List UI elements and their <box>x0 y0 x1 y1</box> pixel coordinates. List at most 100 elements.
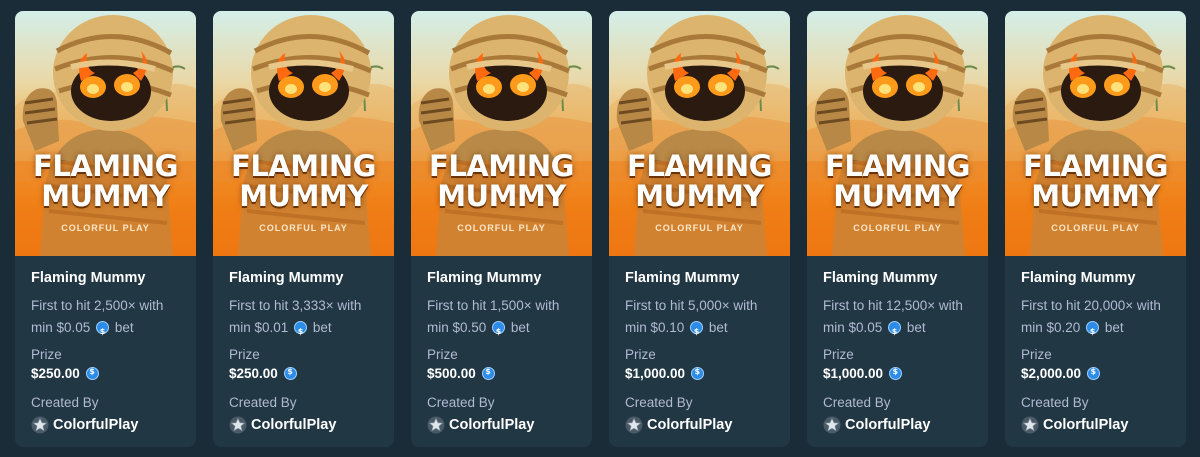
usd-coin-icon <box>1086 321 1100 343</box>
challenge-target: First to hit 12,500× with <box>823 298 963 313</box>
thumbnail-title: FLAMING MUMMY <box>609 151 790 211</box>
star-badge-icon <box>823 416 841 434</box>
challenge-min-bet: min $0.05 bet <box>31 317 180 343</box>
prize-amount-row: $2,000.00 <box>1021 366 1170 384</box>
game-thumbnail[interactable]: FLAMING MUMMY COLORFUL PLAY <box>1005 11 1186 256</box>
card-info: Flaming Mummy First to hit 12,500× with … <box>807 256 988 447</box>
challenge-description: First to hit 1,500× with min $0.50 bet <box>427 295 576 343</box>
creator-name[interactable]: ColorfulPlay <box>845 417 930 433</box>
prize-label: Prize <box>1021 347 1052 362</box>
card-info: Flaming Mummy First to hit 20,000× with … <box>1005 256 1186 447</box>
prize-amount-row: $1,000.00 <box>823 366 972 384</box>
challenge-card[interactable]: FLAMING MUMMY COLORFUL PLAY Flaming Mumm… <box>1005 11 1186 447</box>
usd-coin-icon <box>1086 367 1100 380</box>
game-title[interactable]: Flaming Mummy <box>427 270 576 290</box>
mummy-artwork <box>1005 15 1186 256</box>
thumbnail-title-line2: MUMMY <box>833 179 962 213</box>
challenge-min-bet: min $0.01 bet <box>229 317 378 343</box>
star-badge-icon <box>625 416 643 434</box>
mummy-artwork <box>411 15 592 256</box>
min-bet-value: min $0.01 <box>229 320 289 335</box>
challenge-card[interactable]: FLAMING MUMMY COLORFUL PLAY Flaming Mumm… <box>15 11 196 447</box>
challenge-target: First to hit 20,000× with <box>1021 298 1161 313</box>
prize-amount: $1,000.00 <box>823 366 884 381</box>
usd-coin-icon <box>283 367 297 380</box>
challenge-card[interactable]: FLAMING MUMMY COLORFUL PLAY Flaming Mumm… <box>807 11 988 447</box>
thumbnail-title: FLAMING MUMMY <box>1005 151 1186 211</box>
card-info: Flaming Mummy First to hit 3,333× with m… <box>213 256 394 447</box>
thumbnail-title-line1: FLAMING <box>33 149 178 183</box>
bet-label: bet <box>510 320 530 335</box>
star-badge-icon <box>427 416 445 434</box>
usd-coin-icon <box>85 367 99 380</box>
creator[interactable]: ColorfulPlay <box>427 415 576 435</box>
thumbnail-studio: COLORFUL PLAY <box>457 223 546 233</box>
thumbnail-title-line2: MUMMY <box>1031 179 1160 213</box>
mummy-artwork <box>213 15 394 256</box>
thumbnail-title-line1: FLAMING <box>429 149 574 183</box>
usd-coin-icon <box>481 367 495 380</box>
star-badge-icon <box>1021 416 1039 434</box>
game-title[interactable]: Flaming Mummy <box>625 270 774 290</box>
creator[interactable]: ColorfulPlay <box>823 415 972 435</box>
prize-amount: $250.00 <box>229 366 278 381</box>
creator-name[interactable]: ColorfulPlay <box>251 417 336 433</box>
game-thumbnail[interactable]: FLAMING MUMMY COLORFUL PLAY <box>609 11 790 256</box>
bet-label: bet <box>1104 320 1124 335</box>
creator-name[interactable]: ColorfulPlay <box>449 417 534 433</box>
thumbnail-title-line2: MUMMY <box>239 179 368 213</box>
game-thumbnail[interactable]: FLAMING MUMMY COLORFUL PLAY <box>411 11 592 256</box>
creator-name[interactable]: ColorfulPlay <box>647 417 732 433</box>
creator[interactable]: ColorfulPlay <box>1021 415 1170 435</box>
challenge-card[interactable]: FLAMING MUMMY COLORFUL PLAY Flaming Mumm… <box>609 11 790 447</box>
challenge-min-bet: min $0.10 bet <box>625 317 774 343</box>
usd-coin-icon <box>690 321 704 343</box>
game-thumbnail[interactable]: FLAMING MUMMY COLORFUL PLAY <box>15 11 196 256</box>
thumbnail-title-line2: MUMMY <box>41 179 170 213</box>
prize-amount-row: $250.00 <box>31 366 180 384</box>
prize-amount: $250.00 <box>31 366 80 381</box>
challenge-card-row: FLAMING MUMMY COLORFUL PLAY Flaming Mumm… <box>15 11 1187 447</box>
usd-coin-icon <box>492 321 506 343</box>
prize-label: Prize <box>31 347 62 362</box>
thumbnail-title-line1: FLAMING <box>825 149 970 183</box>
created-by-label: Created By <box>229 395 297 410</box>
game-title[interactable]: Flaming Mummy <box>1021 270 1170 290</box>
creator[interactable]: ColorfulPlay <box>229 415 378 435</box>
mummy-artwork <box>807 15 988 256</box>
thumbnail-studio: COLORFUL PLAY <box>1051 223 1140 233</box>
game-title[interactable]: Flaming Mummy <box>31 270 180 290</box>
thumbnail-studio: COLORFUL PLAY <box>61 223 150 233</box>
challenge-card[interactable]: FLAMING MUMMY COLORFUL PLAY Flaming Mumm… <box>213 11 394 447</box>
card-info: Flaming Mummy First to hit 1,500× with m… <box>411 256 592 447</box>
usd-coin-icon <box>96 321 110 343</box>
creator-name[interactable]: ColorfulPlay <box>53 417 138 433</box>
challenge-target: First to hit 5,000× with <box>625 298 758 313</box>
star-badge-icon <box>229 416 247 434</box>
min-bet-value: min $0.05 <box>31 320 91 335</box>
challenge-card[interactable]: FLAMING MUMMY COLORFUL PLAY Flaming Mumm… <box>411 11 592 447</box>
game-title[interactable]: Flaming Mummy <box>229 270 378 290</box>
challenge-description: First to hit 5,000× with min $0.10 bet <box>625 295 774 343</box>
thumbnail-title-line1: FLAMING <box>231 149 376 183</box>
creator[interactable]: ColorfulPlay <box>625 415 774 435</box>
thumbnail-title: FLAMING MUMMY <box>213 151 394 211</box>
challenge-target: First to hit 1,500× with <box>427 298 560 313</box>
created-by-label: Created By <box>625 395 693 410</box>
creator-name[interactable]: ColorfulPlay <box>1043 417 1128 433</box>
thumbnail-studio: COLORFUL PLAY <box>259 223 348 233</box>
challenge-min-bet: min $0.05 bet <box>823 317 972 343</box>
usd-coin-icon <box>294 321 308 343</box>
game-thumbnail[interactable]: FLAMING MUMMY COLORFUL PLAY <box>807 11 988 256</box>
prize-amount: $2,000.00 <box>1021 366 1082 381</box>
mummy-artwork <box>15 15 196 256</box>
thumbnail-title-line2: MUMMY <box>635 179 764 213</box>
min-bet-value: min $0.50 <box>427 320 487 335</box>
prize-amount-row: $500.00 <box>427 366 576 384</box>
game-title[interactable]: Flaming Mummy <box>823 270 972 290</box>
creator[interactable]: ColorfulPlay <box>31 415 180 435</box>
thumbnail-title-line1: FLAMING <box>1023 149 1168 183</box>
prize-label: Prize <box>229 347 260 362</box>
game-thumbnail[interactable]: FLAMING MUMMY COLORFUL PLAY <box>213 11 394 256</box>
prize-amount-row: $1,000.00 <box>625 366 774 384</box>
